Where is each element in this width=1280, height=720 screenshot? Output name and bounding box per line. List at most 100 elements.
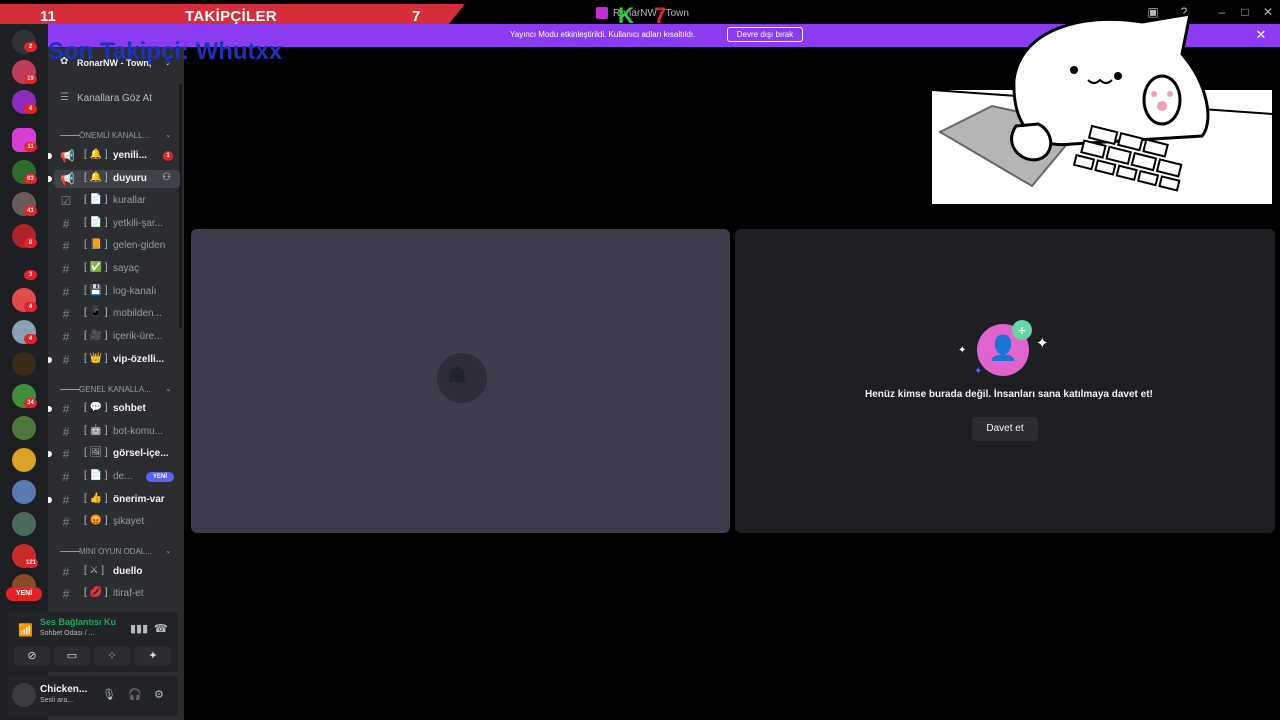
channel-name: şikayet <box>113 516 145 527</box>
server-icon[interactable] <box>12 480 36 504</box>
category-label: GENEL KANALLA... <box>79 385 151 394</box>
avatar[interactable] <box>12 683 36 707</box>
cat-eye <box>1070 66 1078 74</box>
category-label: MİNİ OYUN ODAL... <box>79 547 152 556</box>
channel-kurallar[interactable]: ☑ [ 📄 ] kurallar <box>54 192 180 210</box>
channel-vip[interactable]: # [ 👑 ] vip-özelli... <box>48 351 180 369</box>
channel-emoji: [ 💋 ] <box>84 587 108 598</box>
sparkle-icon: ✦ <box>1036 335 1049 352</box>
server-badge: 121 <box>24 558 39 568</box>
user-name[interactable]: Chicken... <box>40 684 87 695</box>
hashtag-icon: # <box>62 285 70 299</box>
server-badge: 83 <box>24 174 37 184</box>
channel-log-kanali[interactable]: # [ 💾 ] log-kanalı <box>54 283 180 301</box>
channel-name: gelen-giden <box>113 240 166 251</box>
server-badge: 19 <box>24 74 37 84</box>
microphone-icon[interactable]: 🎙 <box>102 688 116 701</box>
signal-icon[interactable]: 📶 <box>18 623 33 637</box>
camera-off-button[interactable]: ⊘ <box>14 646 50 666</box>
channel-emoji: [ 📄 ] <box>84 217 108 228</box>
hashtag-icon: # <box>62 217 70 231</box>
cat-eye <box>1114 72 1122 80</box>
channel-emoji: [ 💾 ] <box>84 285 108 296</box>
channel-gorsel[interactable]: # [ 🖼 ] görsel-içe... <box>48 445 180 463</box>
channel-name: sohbet <box>113 403 146 414</box>
soundboard-button[interactable]: ✦ <box>135 646 171 666</box>
channel-name: duello <box>113 566 143 577</box>
channel-name: kurallar <box>113 195 146 206</box>
browse-channels[interactable]: ☰ Kanallara Göz At <box>60 92 180 106</box>
channel-yenilikler[interactable]: 📢 [ 🔔 ] yenili... 1 <box>48 147 180 165</box>
channel-name: görsel-içe... <box>113 448 169 459</box>
sparkle-icon: ✦ <box>974 366 983 377</box>
server-badge: 8 <box>24 238 37 248</box>
chevron-down-icon: ⌄ <box>165 130 172 139</box>
hashtag-icon: # <box>62 239 70 253</box>
server-icon[interactable] <box>12 512 36 536</box>
hashtag-icon: # <box>62 565 70 579</box>
new-servers-pill[interactable]: YENİ <box>6 587 42 601</box>
channel-emoji: [ 📄 ] <box>84 194 108 205</box>
mention-badge: 1 <box>163 151 173 161</box>
server-icon[interactable] <box>12 448 36 472</box>
channel-yetkili[interactable]: # [ 📄 ] yetkili-şar... <box>54 215 180 233</box>
server-badge: 3 <box>24 270 37 280</box>
channel-onerim[interactable]: # [ 👍 ] önerim-var <box>48 491 180 509</box>
screen-share-button[interactable]: ▭ <box>54 646 90 666</box>
voice-status[interactable]: Ses Bağlantısı Ku <box>40 617 116 627</box>
hashtag-icon: # <box>62 307 70 321</box>
channel-itiraf[interactable]: # [ 💋 ] itiraf-et <box>54 585 180 603</box>
noise-suppression-icon[interactable]: ▮▮▮ <box>130 622 148 635</box>
channel-sohbet[interactable]: # [ 💬 ] sohbet <box>48 400 180 418</box>
category-important[interactable]: ÖNEMLİ KANALL... ⌄ <box>58 130 176 142</box>
channel-gelen-giden[interactable]: # [ 📙 ] gelen-giden <box>54 237 180 255</box>
bongo-cat-overlay <box>932 14 1272 204</box>
follower-count-left: 11 <box>40 8 56 25</box>
person-add-icon: 👤 <box>988 335 1018 362</box>
channel-duello[interactable]: # [ ⚔ ] duello <box>54 563 180 581</box>
channel-emoji: [ 📙 ] <box>84 239 108 250</box>
voice-channel[interactable]: Sohbet Odası / ... <box>40 630 94 637</box>
gear-icon[interactable]: ⚙ <box>154 688 164 701</box>
new-channel-badge: YENİ <box>146 472 174 482</box>
server-badge: 41 <box>24 206 37 216</box>
server-badge: 4 <box>24 334 37 344</box>
channel-emoji: [ 🔔 ] <box>84 149 108 160</box>
channel-name: log-kanalı <box>113 286 157 297</box>
sparkle-icon: ✦ <box>958 345 967 356</box>
category-minigame[interactable]: MİNİ OYUN ODAL... ⌄ <box>58 546 176 558</box>
rules-icon: ☑ <box>60 194 72 208</box>
category-divider <box>60 389 80 390</box>
follower-count-right: 7 <box>412 8 421 25</box>
user-status: Sesli ara... <box>40 697 74 704</box>
server-icon[interactable] <box>12 416 36 440</box>
hashtag-icon: # <box>62 493 70 507</box>
invite-icon[interactable]: ⚇ <box>162 172 171 183</box>
channel-emoji: [ 👑 ] <box>84 353 108 364</box>
channel-emoji: [ ⚔ ] <box>84 565 105 576</box>
channel-de[interactable]: # [ 📄 ] de... YENİ <box>54 468 180 486</box>
channel-emoji: [ 🎥 ] <box>84 330 108 341</box>
invite-button[interactable]: Davet et <box>972 417 1038 441</box>
disable-streamer-mode-button[interactable]: Devre dışı bırak <box>727 27 803 42</box>
channel-name: bot-komu... <box>113 426 164 437</box>
category-label: ÖNEMLİ KANALL... <box>79 131 150 140</box>
channel-emoji: [ ✅ ] <box>84 262 108 273</box>
channel-mobilden[interactable]: # [ 📱 ] mobilden... <box>54 305 180 323</box>
activities-button[interactable]: ⁘ <box>94 646 130 666</box>
hashtag-icon: # <box>62 262 70 276</box>
browse-channels-label: Kanallara Göz At <box>77 93 153 104</box>
server-icon[interactable] <box>12 352 36 376</box>
channel-icerik[interactable]: # [ 🎥 ] içerik-üre... <box>54 328 180 346</box>
channel-sikayet[interactable]: # [ 😡 ] şikayet <box>54 513 180 531</box>
category-divider <box>60 551 80 552</box>
category-general[interactable]: GENEL KANALLA... ⌄ <box>58 384 176 396</box>
browse-channels-icon: ☰ <box>60 92 69 103</box>
paw-pad <box>1151 91 1157 97</box>
channel-emoji: [ 🔔 ] <box>84 172 108 183</box>
channel-sayac[interactable]: # [ ✅ ] sayaç <box>54 260 180 278</box>
channel-duyuru[interactable]: 📢 [ 🔔 ] duyuru ⚇ <box>48 170 180 188</box>
disconnect-icon[interactable]: ☎ <box>154 622 168 635</box>
channel-bot-komut[interactable]: # [ 🤖 ] bot-komu... <box>54 423 180 441</box>
headphones-icon[interactable]: 🎧 <box>128 688 142 701</box>
